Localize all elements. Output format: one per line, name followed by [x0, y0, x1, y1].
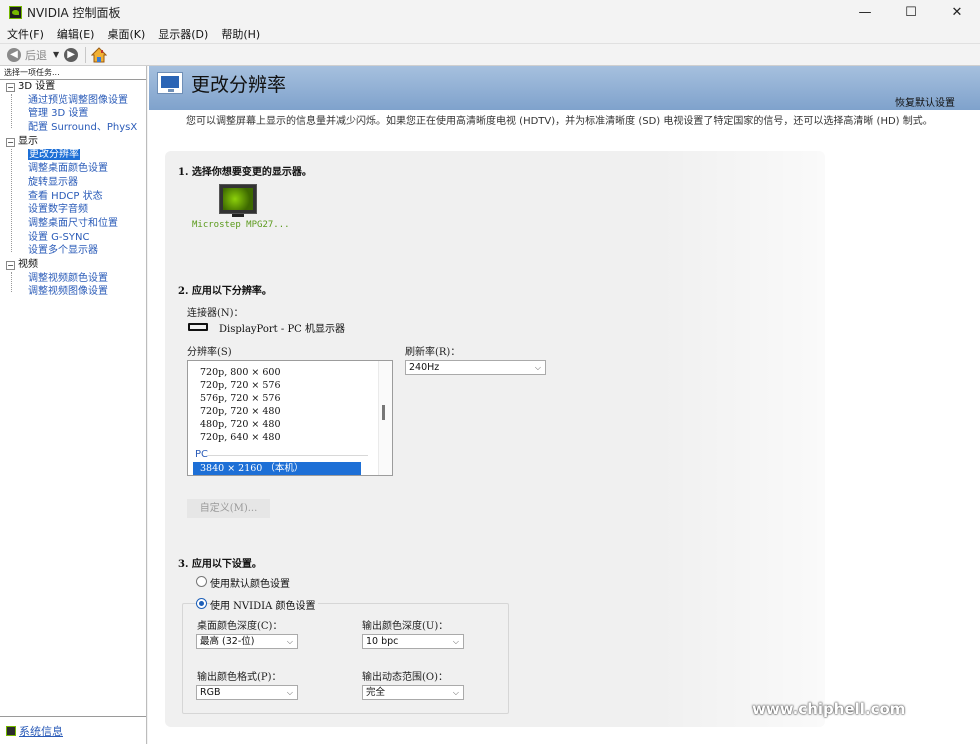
scroll-thumb[interactable]: [382, 405, 385, 420]
refresh-rate-select[interactable]: 240Hz ⌵: [405, 360, 546, 375]
system-info-icon: [6, 726, 16, 736]
connector-label: 连接器(N)：: [187, 308, 244, 319]
close-button[interactable]: ✕: [934, 0, 980, 25]
chevron-down-icon: ⌵: [286, 688, 293, 697]
section-1-title: 1. 选择你想要变更的显示器。: [178, 167, 312, 178]
collapse-icon[interactable]: −: [6, 137, 15, 147]
desktop-depth-select[interactable]: 最高 (32-位) ⌵: [196, 634, 298, 649]
sidebar-item-rotate-display[interactable]: 旋转显示器: [0, 176, 146, 190]
menu-bar: 文件(F) 编辑(E) 桌面(K) 显示器(D) 帮助(H): [0, 25, 980, 43]
chevron-down-icon: ⌵: [452, 688, 459, 697]
chevron-down-icon: ⌵: [534, 363, 541, 372]
task-sidebar: 选择一项任务... −3D 设置 通过预览调整图像设置 管理 3D 设置 配置 …: [0, 66, 147, 744]
tree-category-display[interactable]: − 显示: [0, 135, 146, 149]
home-icon[interactable]: [90, 46, 108, 63]
collapse-icon[interactable]: −: [6, 260, 15, 270]
list-item[interactable]: 720p, 720 × 576: [200, 380, 281, 391]
toolbar-separator: [85, 46, 87, 63]
monitor-icon[interactable]: [219, 184, 257, 217]
forward-arrow-icon[interactable]: ▶: [64, 47, 79, 62]
sidebar-item-hdcp-status[interactable]: 查看 HDCP 状态: [0, 190, 146, 204]
menu-file[interactable]: 文件(F): [0, 26, 50, 42]
nvidia-app-icon: [9, 6, 22, 19]
watermark-site: www.chiphell.com: [752, 700, 906, 718]
menu-desktop[interactable]: 桌面(K): [100, 26, 151, 42]
radio-nvidia-color[interactable]: [196, 598, 207, 609]
displayport-icon: [188, 323, 208, 331]
dynamic-range-value: 完全: [366, 687, 386, 698]
output-format-select[interactable]: RGB ⌵: [196, 685, 298, 700]
sidebar-item-gsync[interactable]: 设置 G-SYNC: [0, 231, 146, 245]
desktop-depth-label: 桌面颜色深度(C)：: [197, 621, 283, 632]
list-item[interactable]: 720p, 720 × 480: [200, 406, 281, 417]
title-bar: NVIDIA 控制面板 — ☐ ✕: [0, 0, 980, 25]
maximize-button[interactable]: ☐: [888, 0, 934, 25]
section-3-title: 3. 应用以下设置。: [178, 559, 262, 570]
sidebar-item-image-preview[interactable]: 通过预览调整图像设置: [0, 94, 146, 108]
tree-category-3d[interactable]: −3D 设置: [0, 80, 146, 94]
desktop-depth-value: 最高 (32-位): [200, 636, 255, 647]
output-depth-label: 输出颜色深度(U)：: [362, 621, 449, 632]
list-item[interactable]: 480p, 720 × 480: [200, 419, 281, 430]
section-2-title: 2. 应用以下分辨率。: [178, 286, 272, 297]
sidebar-item-desktop-size[interactable]: 调整桌面尺寸和位置: [0, 217, 146, 231]
main-content: 更改分辨率 恢复默认设置 您可以调整屏幕上显示的信息量并减少闪烁。如果您正在使用…: [148, 66, 980, 744]
chevron-down-icon: ⌵: [286, 637, 293, 646]
sidebar-item-surround-physx[interactable]: 配置 Surround、PhysX: [0, 121, 146, 135]
resolution-list[interactable]: 720p, 800 × 600 720p, 720 × 576 576p, 72…: [187, 360, 393, 476]
dynamic-range-select[interactable]: 完全 ⌵: [362, 685, 464, 700]
list-item[interactable]: 720p, 800 × 600: [200, 367, 281, 378]
window-controls: — ☐ ✕: [842, 0, 980, 25]
page-banner: 更改分辨率 恢复默认设置: [149, 66, 980, 110]
refresh-rate-value: 240Hz: [409, 362, 440, 373]
sidebar-item-desktop-color[interactable]: 调整桌面颜色设置: [0, 162, 146, 176]
list-group-pc: PC: [195, 449, 209, 460]
list-item[interactable]: 576p, 720 × 576: [200, 393, 281, 404]
history-dropdown-icon[interactable]: ▼: [53, 50, 59, 59]
nvidia-color-label[interactable]: 使用 NVIDIA 颜色设置: [210, 597, 319, 612]
custom-resolution-button[interactable]: 自定义(M)...: [187, 499, 270, 518]
output-depth-select[interactable]: 10 bpc ⌵: [362, 634, 464, 649]
list-group-divider: [208, 455, 368, 456]
output-format-label: 输出颜色格式(P)：: [197, 672, 282, 683]
monitor-name[interactable]: Microstep MPG27...: [192, 220, 290, 230]
restore-defaults-link[interactable]: 恢复默认设置: [895, 94, 955, 109]
collapse-icon[interactable]: −: [6, 83, 15, 92]
list-item[interactable]: 720p, 640 × 480: [200, 432, 281, 443]
list-scrollbar[interactable]: [378, 361, 392, 475]
system-info-link[interactable]: 系统信息: [6, 723, 63, 739]
chevron-down-icon: ⌵: [452, 637, 459, 646]
sidebar-item-digital-audio[interactable]: 设置数字音频: [0, 203, 146, 217]
dynamic-range-label: 输出动态范围(O)：: [362, 672, 449, 683]
radio-default-color[interactable]: [196, 576, 207, 587]
sidebar-item-manage-3d[interactable]: 管理 3D 设置: [0, 107, 146, 121]
menu-display[interactable]: 显示器(D): [151, 26, 214, 42]
back-button-label[interactable]: 后退: [25, 47, 47, 63]
output-format-value: RGB: [200, 687, 221, 698]
minimize-button[interactable]: —: [842, 0, 888, 25]
panel-fade: [658, 151, 908, 727]
menu-edit[interactable]: 编辑(E): [50, 26, 101, 42]
page-description: 您可以调整屏幕上显示的信息量并减少闪烁。如果您正在使用高清晰度电视 (HDTV)…: [186, 116, 933, 127]
window-title: NVIDIA 控制面板: [27, 6, 121, 20]
display-resolution-icon: [157, 72, 183, 94]
refresh-rate-label: 刷新率(R)：: [405, 347, 461, 358]
back-arrow-icon[interactable]: ◀: [7, 47, 21, 62]
sidebar-header: 选择一项任务...: [4, 68, 60, 77]
connector-value: DisplayPort - PC 机显示器: [219, 324, 345, 335]
selected-resolution[interactable]: 3840 × 2160 （本机）: [193, 462, 361, 475]
menu-help[interactable]: 帮助(H): [214, 26, 266, 42]
sidebar-item-change-resolution[interactable]: 更改分辨率: [0, 148, 146, 162]
resolution-label: 分辨率(S): [187, 347, 232, 358]
page-title: 更改分辨率: [191, 74, 287, 96]
sidebar-item-video-image[interactable]: 调整视频图像设置: [0, 285, 146, 299]
tree-category-video[interactable]: − 视频: [0, 258, 146, 272]
output-depth-value: 10 bpc: [366, 636, 399, 647]
default-color-label[interactable]: 使用默认颜色设置: [210, 575, 290, 590]
task-tree: −3D 设置 通过预览调整图像设置 管理 3D 设置 配置 Surround、P…: [0, 79, 146, 717]
toolbar: ◀ 后退 ▼ ▶: [0, 43, 980, 66]
sidebar-item-multiple-displays[interactable]: 设置多个显示器: [0, 244, 146, 258]
sidebar-item-video-color[interactable]: 调整视频颜色设置: [0, 272, 146, 286]
